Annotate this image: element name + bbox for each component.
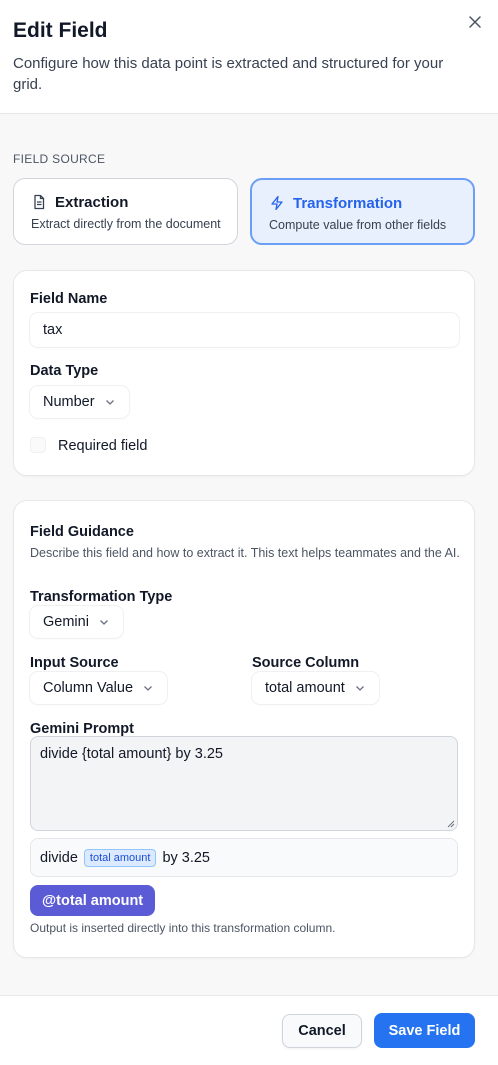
close-icon	[469, 16, 481, 28]
save-field-button[interactable]: Save Field	[374, 1013, 475, 1048]
transformation-type-label: Transformation Type	[30, 589, 173, 605]
transformation-type-value: Gemini	[43, 614, 89, 630]
dialog-subtitle: Configure how this data point is extract…	[13, 55, 444, 93]
lightning-icon	[271, 195, 283, 211]
source-option-title: Extraction	[55, 194, 129, 211]
data-type-label: Data Type	[30, 363, 99, 379]
prompt-preview-text-after: by 3.25	[162, 849, 211, 866]
source-option-description: Extract directly from the document	[31, 217, 221, 231]
output-note: Output is inserted directly into this tr…	[30, 921, 336, 935]
document-icon	[34, 194, 45, 210]
chevron-down-icon	[105, 400, 114, 405]
field-name-value: tax	[43, 322, 63, 338]
gemini-prompt-textarea[interactable]: divide {total amount} by 3.25	[30, 736, 458, 831]
dialog-header: Edit Field Configure how this data point…	[0, 0, 498, 114]
required-checkbox[interactable]	[30, 437, 46, 453]
field-source-label: FIELD SOURCE	[13, 152, 106, 166]
prompt-preview-text-before: divide	[40, 849, 78, 866]
source-column-select[interactable]: total amount	[252, 672, 379, 704]
cancel-button[interactable]: Cancel	[282, 1014, 362, 1048]
transformation-type-select[interactable]: Gemini	[30, 606, 123, 638]
source-column-value: total amount	[265, 680, 345, 696]
dialog-footer: Cancel Save Field	[0, 995, 498, 1065]
field-guidance-title: Field Guidance	[30, 524, 134, 540]
insert-column-mention-button[interactable]: @total amount	[30, 885, 156, 916]
required-label: Required field	[58, 438, 148, 454]
source-option-title: Transformation	[293, 195, 403, 212]
source-option-transformation[interactable]: Transformation Compute value from other …	[250, 178, 475, 245]
edit-field-dialog: Edit Field Configure how this data point…	[0, 0, 498, 1065]
close-button[interactable]	[465, 12, 485, 32]
data-type-value: Number	[43, 394, 95, 410]
dialog-body: FIELD SOURCE Extraction Extract directly…	[0, 114, 498, 995]
data-type-select[interactable]: Number	[30, 386, 129, 418]
field-name-input[interactable]: tax	[30, 313, 459, 347]
input-source-value: Column Value	[43, 680, 134, 696]
gemini-prompt-label: Gemini Prompt	[30, 721, 134, 737]
field-name-label: Field Name	[30, 291, 108, 307]
source-option-extraction[interactable]: Extraction Extract directly from the doc…	[13, 178, 238, 245]
dialog-title: Edit Field	[13, 19, 108, 42]
field-guidance-card: Field Guidance Describe this field and h…	[13, 500, 475, 958]
field-basics-card: Field Name tax Data Type Number Required…	[13, 270, 475, 476]
chevron-down-icon	[355, 686, 364, 691]
input-source-select[interactable]: Column Value	[30, 672, 168, 704]
prompt-preview: divide total amount by 3.25	[30, 838, 458, 877]
source-option-description: Compute value from other fields	[269, 218, 447, 232]
chevron-down-icon	[144, 686, 152, 691]
resize-handle-icon[interactable]	[446, 819, 455, 828]
input-source-label: Input Source	[30, 655, 119, 671]
field-guidance-help: Describe this field and how to extract i…	[30, 546, 460, 560]
source-column-label: Source Column	[252, 655, 360, 671]
column-token-chip: total amount	[83, 848, 157, 867]
chevron-down-icon	[99, 620, 108, 625]
gemini-prompt-value: divide {total amount} by 3.25	[40, 746, 223, 762]
